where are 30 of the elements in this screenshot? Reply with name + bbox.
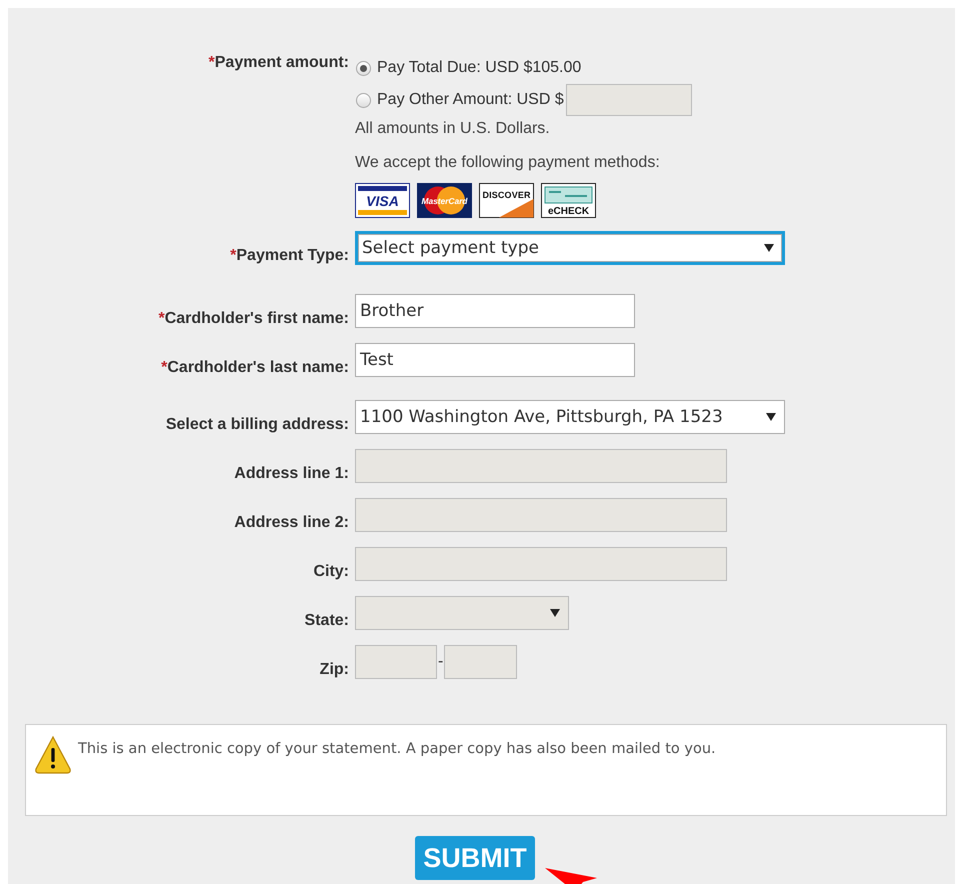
zip-separator: -: [437, 653, 444, 671]
warning-icon: [34, 735, 72, 775]
select-field[interactable]: 1100 Washington Ave, Pittsburgh, PA 1523: [355, 400, 785, 434]
field-label: *Cardholder's first name:: [158, 310, 349, 328]
notice-text: This is an electronic copy of your statement. A paper copy has also been mailed to you.: [78, 741, 716, 757]
field-label: Zip:: [320, 660, 349, 678]
radio-button[interactable]: [356, 60, 371, 76]
field-label: *Payment amount:: [208, 54, 349, 72]
amount-field[interactable]: [566, 84, 692, 116]
text-field[interactable]: Test: [355, 343, 635, 377]
radio-button[interactable]: [356, 92, 371, 108]
card-logo: VISA: [355, 183, 410, 218]
caret-icon: [550, 609, 560, 617]
field-label: Address line 2:: [234, 514, 349, 532]
field-label: Address line 1:: [234, 464, 349, 482]
caret-icon: [766, 413, 776, 421]
field-label: *Cardholder's last name:: [161, 358, 349, 376]
field-label: City:: [313, 562, 349, 580]
caret-icon: [764, 244, 774, 252]
field-label: State:: [304, 612, 349, 630]
card-logo: DISCOVER: [479, 183, 534, 218]
select-field[interactable]: Select payment type: [355, 231, 785, 265]
text-field[interactable]: Brother: [355, 294, 635, 328]
option-label: Pay Total Due: USD $105.00: [377, 59, 582, 77]
field-label: Select a billing address:: [166, 416, 349, 434]
echeck-logo: eCHECK: [541, 183, 596, 218]
option-label: Pay Other Amount: USD $: [377, 91, 564, 109]
currency-note: All amounts in U.S. Dollars.: [355, 119, 551, 139]
payment-methods-text: We accept the following payment methods:: [355, 154, 661, 172]
field-label: *Payment Type:: [230, 246, 349, 264]
